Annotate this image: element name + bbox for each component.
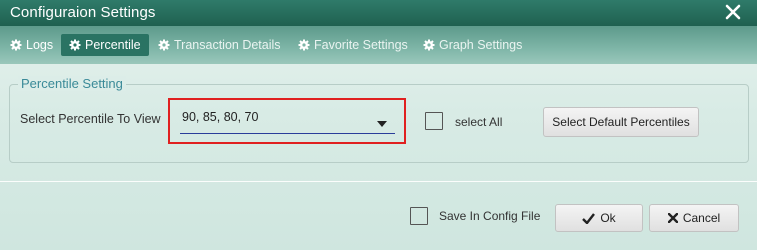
caret-down-icon	[377, 116, 387, 127]
tab-label: Transaction Details	[174, 38, 281, 52]
tab-percentile[interactable]: Percentile	[61, 34, 149, 56]
tab-graph-settings[interactable]: Graph Settings	[419, 34, 526, 56]
select-all-checkbox[interactable]	[425, 112, 443, 130]
select-default-percentiles-button[interactable]: Select Default Percentiles	[543, 107, 699, 137]
tab-label: Graph Settings	[439, 38, 523, 52]
select-default-percentiles-label: Select Default Percentiles	[552, 115, 690, 129]
save-config-label: Save In Config File	[439, 209, 541, 223]
dialog-title: Configuraion Settings	[10, 4, 156, 21]
config-dialog: Configuraion Settings Logs Percentile Tr…	[0, 0, 757, 250]
tab-favorite-settings[interactable]: Favorite Settings	[294, 34, 412, 56]
tab-label: Percentile	[85, 38, 141, 52]
gear-icon	[298, 39, 310, 51]
ok-label: Ok	[600, 211, 616, 225]
save-config-checkbox[interactable]	[410, 207, 428, 225]
footer-divider	[0, 181, 757, 182]
tab-label: Logs	[26, 38, 54, 52]
tab-transaction-details[interactable]: Transaction Details	[154, 34, 285, 56]
cancel-button[interactable]: Cancel	[649, 204, 739, 232]
tab-bar: Logs Percentile Transaction Details Favo…	[0, 26, 757, 64]
cancel-label: Cancel	[682, 211, 721, 225]
select-all-label: select All	[455, 115, 503, 129]
select-percentile-label: Select Percentile To View	[20, 112, 161, 126]
gear-icon	[69, 39, 81, 51]
ok-button[interactable]: Ok	[555, 204, 643, 232]
tab-logs[interactable]: Logs	[6, 34, 57, 56]
gear-icon	[10, 39, 22, 51]
times-icon	[667, 213, 678, 223]
percentile-dropdown-value: 90, 85, 80, 70	[182, 110, 259, 124]
check-icon	[582, 212, 596, 224]
percentile-dropdown[interactable]: 90, 85, 80, 70	[180, 106, 395, 134]
title-bar: Configuraion Settings	[0, 0, 757, 26]
close-icon[interactable]	[723, 2, 743, 22]
tab-label: Favorite Settings	[314, 38, 408, 52]
gear-icon	[423, 39, 435, 51]
gear-icon	[158, 39, 170, 51]
percentile-setting-legend: Percentile Setting	[18, 76, 126, 91]
